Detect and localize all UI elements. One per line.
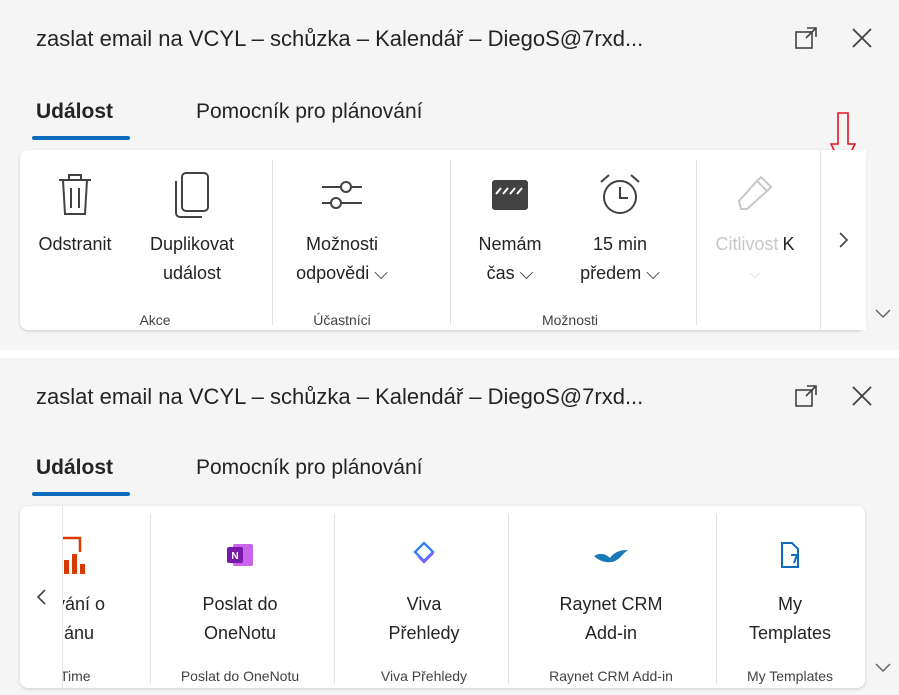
raynet-icon: [516, 520, 706, 590]
reminder-label-2: předem ⌵: [580, 263, 660, 283]
window-panel-bottom: zaslat email na VCYL – schůzka – Kalendá…: [0, 358, 899, 695]
my-templates-button[interactable]: My Templates: [720, 520, 860, 648]
ribbon-toolbar: Odstranit Duplikovat událost Akce Možnos…: [20, 150, 866, 330]
onenote-icon: N: [160, 520, 320, 590]
duplicate-label-1: Duplikovat: [149, 234, 235, 254]
viva-insights-button[interactable]: Viva Přehledy: [344, 520, 504, 648]
group-label-templates: My Templates: [746, 668, 834, 684]
templates-icon: [720, 520, 860, 590]
popout-icon[interactable]: [790, 22, 822, 54]
raynet-label-2: Add-in: [584, 623, 638, 643]
group-separator: [450, 160, 451, 325]
onenote-label-1: Poslat do: [202, 594, 278, 614]
group-label-onenote: Poslat do OneNotu: [180, 668, 300, 684]
group-separator: [716, 514, 717, 684]
group-separator: [508, 514, 509, 684]
ribbon-expand-button[interactable]: [872, 304, 894, 324]
send-to-onenote-button[interactable]: N Poslat do OneNotu: [160, 520, 320, 648]
group-separator: [272, 160, 273, 325]
group-label-moznosti: Možnosti: [541, 312, 599, 328]
raynet-label-1: Raynet CRM: [559, 594, 663, 614]
duplicate-button[interactable]: Duplikovat událost: [132, 160, 252, 288]
duplicate-label-2: událost: [162, 263, 222, 283]
response-options-label-1: Možnosti: [305, 234, 379, 254]
ribbon-expand-button[interactable]: [872, 658, 894, 678]
response-options-label-2: odpovědi ⌵: [296, 263, 388, 283]
delete-button[interactable]: Odstranit: [20, 160, 130, 259]
trash-icon: [20, 160, 130, 230]
sensitivity-chevron: ⌵: [750, 266, 760, 281]
alarm-icon: [560, 160, 680, 230]
viva-label-1: Viva: [406, 594, 442, 614]
sensitivity-button[interactable]: Citlivost K ⌵: [706, 160, 804, 288]
ribbon-scroll-left-button[interactable]: [20, 506, 63, 688]
window-title: zaslat email na VCYL – schůzka – Kalendá…: [36, 26, 644, 51]
group-label-akce: Akce: [139, 312, 171, 328]
tab-udalost[interactable]: Událost: [36, 456, 113, 480]
tab-udalost[interactable]: Událost: [36, 100, 113, 124]
reminder-button[interactable]: 15 min předem ⌵: [560, 160, 680, 288]
response-options-button[interactable]: Možnosti odpovědi ⌵: [282, 160, 402, 288]
sensitivity-icon: [706, 160, 804, 230]
viva-icon: [344, 520, 504, 590]
show-as-button[interactable]: Nemám čas ⌵: [460, 160, 560, 288]
tab-pomocnik[interactable]: Pomocník pro plánování: [196, 456, 422, 480]
ribbon-toolbar: vání o ánu Time N Poslat do OneNotu Posl…: [20, 506, 865, 688]
tab-pomocnik[interactable]: Pomocník pro plánování: [196, 100, 422, 124]
raynet-crm-button[interactable]: Raynet CRM Add-in: [516, 520, 706, 648]
viva-label-2: Přehledy: [388, 623, 460, 643]
onenote-label-2: OneNotu: [203, 623, 277, 643]
templates-label-2: Templates: [748, 623, 832, 643]
group-separator: [334, 514, 335, 684]
close-icon[interactable]: [846, 380, 878, 412]
tab-active-indicator: [32, 136, 130, 140]
tab-active-indicator: [32, 492, 130, 496]
chevron-left-icon: [36, 589, 46, 605]
popout-icon[interactable]: [790, 380, 822, 412]
close-icon[interactable]: [846, 22, 878, 54]
group-label-ucastnici: Účastníci: [313, 312, 371, 328]
window-title: zaslat email na VCYL – schůzka – Kalendá…: [36, 384, 644, 409]
truncated-label: K: [782, 234, 795, 254]
group-label-raynet: Raynet CRM Add-in: [549, 668, 673, 684]
chevron-down-icon: [875, 663, 891, 672]
group-separator: [696, 160, 697, 325]
copy-icon: [132, 160, 252, 230]
busy-icon: [460, 160, 560, 230]
window-panel-top: zaslat email na VCYL – schůzka – Kalendá…: [0, 0, 899, 350]
show-as-label-1: Nemám: [478, 234, 542, 254]
show-as-label-2: čas ⌵: [486, 263, 534, 283]
svg-text:N: N: [231, 551, 238, 562]
group-label-time: Time: [60, 668, 91, 684]
delete-label: Odstranit: [38, 234, 112, 254]
sliders-icon: [282, 160, 402, 230]
templates-label-1: My: [778, 594, 802, 614]
ribbon-scroll-right-button[interactable]: [820, 150, 866, 330]
group-separator: [150, 514, 151, 684]
group-label-viva: Viva Přehledy: [380, 668, 468, 684]
sensitivity-label: Citlivost: [715, 234, 779, 254]
chevron-down-icon: [875, 309, 891, 318]
reminder-label-1: 15 min: [592, 234, 648, 254]
chevron-right-icon: [838, 232, 848, 248]
